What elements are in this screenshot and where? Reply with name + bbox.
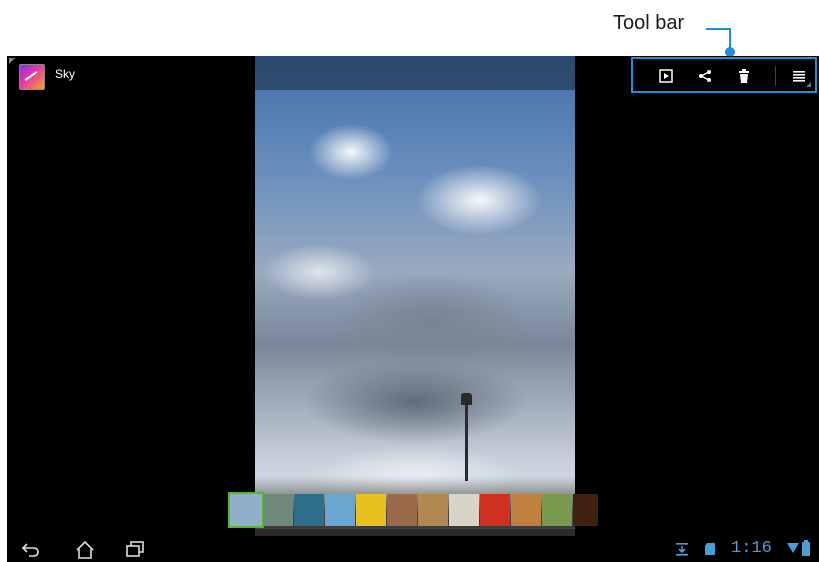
home-icon: [76, 540, 94, 559]
filmstrip-thumbnail[interactable]: [294, 494, 324, 526]
share-button[interactable]: [696, 67, 714, 85]
toolbar: [631, 57, 817, 93]
system-nav-bar: 1:16: [7, 536, 819, 562]
filmstrip-thumbnail[interactable]: [228, 492, 264, 528]
main-photo[interactable]: [255, 56, 575, 536]
slideshow-icon: [659, 69, 673, 83]
slideshow-button[interactable]: [657, 67, 675, 85]
filmstrip-thumbnail[interactable]: [449, 494, 479, 526]
lamp-post: [465, 401, 468, 481]
back-icon: [21, 543, 39, 557]
filmstrip: [228, 492, 598, 528]
recent-apps-icon: [126, 541, 144, 557]
wifi-icon: [787, 543, 799, 553]
home-button[interactable]: [75, 540, 97, 559]
filmstrip-thumbnail[interactable]: [325, 494, 355, 526]
gallery-app-icon[interactable]: [19, 64, 45, 90]
toolbar-callout-label: Tool bar: [613, 12, 685, 34]
share-icon: [699, 70, 711, 82]
status-clock: 1:16: [731, 539, 772, 558]
album-title: Sky: [55, 67, 76, 81]
filmstrip-thumbnail[interactable]: [480, 494, 510, 526]
filmstrip-thumbnail[interactable]: [573, 494, 598, 526]
recent-apps-button[interactable]: [125, 541, 147, 557]
battery-icon: [802, 540, 810, 556]
callout-line: [706, 28, 731, 30]
delete-button[interactable]: [735, 67, 753, 85]
delete-icon: [739, 69, 749, 83]
filmstrip-thumbnail[interactable]: [511, 494, 541, 526]
filmstrip-thumbnail[interactable]: [387, 494, 417, 526]
corner-indicator: [9, 58, 15, 64]
filmstrip-thumbnail[interactable]: [542, 494, 572, 526]
filmstrip-thumbnail[interactable]: [418, 494, 448, 526]
toolbar-divider: [775, 66, 776, 86]
back-button[interactable]: [21, 541, 43, 557]
download-icon: [676, 543, 688, 556]
sd-card-icon: [705, 543, 715, 555]
tablet-screen: Sky 1:16: [7, 56, 819, 562]
photo-top-overlay: [255, 56, 575, 90]
filmstrip-thumbnail[interactable]: [263, 494, 293, 526]
filmstrip-thumbnail[interactable]: [356, 494, 386, 526]
menu-icon: [793, 71, 805, 82]
menu-corner-indicator: [806, 82, 811, 87]
